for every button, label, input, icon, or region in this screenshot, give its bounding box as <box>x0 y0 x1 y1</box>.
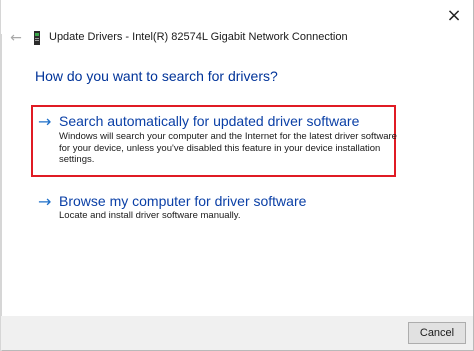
browse-computer-description: Locate and install driver software manua… <box>59 210 240 222</box>
window-title: Update Drivers - Intel(R) 82574L Gigabit… <box>49 31 348 43</box>
update-drivers-dialog: × ← Update Drivers - Intel(R) 82574L Gig… <box>0 0 474 351</box>
browse-computer-link[interactable]: Browse my computer for driver software <box>59 193 306 209</box>
cancel-button[interactable]: Cancel <box>408 322 466 344</box>
description-line: for your device, unless you've disabled … <box>59 142 381 154</box>
network-adapter-icon <box>34 31 40 45</box>
description-line: Locate and install driver software manua… <box>59 210 241 221</box>
description-line: settings. <box>59 154 95 165</box>
browse-computer-arrow-icon[interactable]: → <box>38 194 51 210</box>
search-automatically-link[interactable]: Search automatically for updated driver … <box>59 113 359 129</box>
back-arrow-icon: ← <box>10 30 22 46</box>
close-button[interactable]: × <box>435 0 473 30</box>
dialog-footer <box>1 316 473 350</box>
page-heading: How do you want to search for drivers? <box>35 68 278 84</box>
window-left-edge <box>0 0 2 351</box>
close-icon: × <box>446 4 462 26</box>
search-automatically-description: Windows will search your computer and th… <box>59 131 397 166</box>
description-line: Windows will search your computer and th… <box>59 131 397 142</box>
back-button[interactable]: ← <box>8 30 24 46</box>
search-automatically-arrow-icon[interactable]: → <box>38 114 51 130</box>
title-bar <box>1 0 473 34</box>
